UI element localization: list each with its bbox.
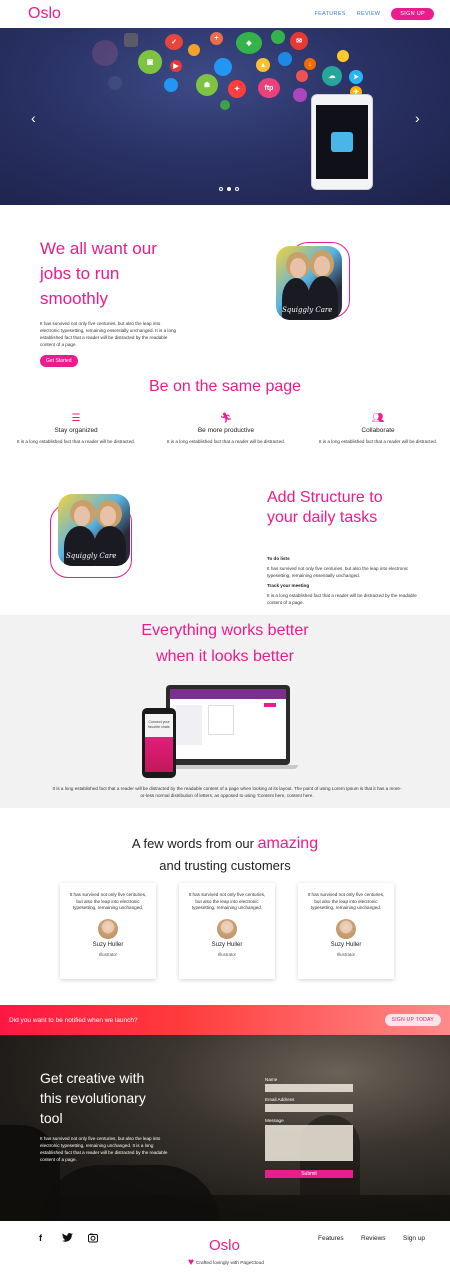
structure-list: To do lists It has survived not only fiv… (267, 556, 417, 606)
creative-section (0, 1035, 450, 1221)
slider-dot[interactable] (235, 187, 239, 191)
testimonials-subtitle: and trusting customers (159, 858, 291, 873)
phone-screen-text: Connect your favorite chats (148, 720, 170, 729)
jobs-text: It has survived not only five centuries,… (40, 321, 177, 347)
youtube-icon: ▶ (170, 60, 182, 72)
photo-signature: Squiggly Care (282, 306, 333, 314)
email-field[interactable] (265, 1104, 353, 1112)
testimonial-card: It has survived not only five centuries,… (179, 883, 275, 979)
creative-text: It has survived not only five centuries,… (40, 1136, 168, 1162)
submit-button[interactable]: Submit (265, 1170, 353, 1178)
message-label: Message (265, 1118, 284, 1123)
doc-icon (278, 52, 292, 66)
nav-links: FEATURES REVIEW SIGN UP (314, 8, 434, 20)
todo-heading: To do lists (267, 556, 290, 561)
message-field[interactable] (265, 1125, 353, 1161)
structure-title: Add Structure to your daily tasks (267, 489, 383, 526)
avatar (98, 918, 118, 939)
app-icon (188, 44, 200, 56)
logo[interactable]: Oslo (28, 5, 61, 23)
chart-icon (220, 100, 230, 110)
slider-dot[interactable] (219, 187, 223, 191)
testimonials-title: A few words from our amazing (131, 835, 319, 852)
notify-banner: Did you want to be notified when we laun… (0, 1005, 450, 1035)
name-field[interactable] (265, 1084, 353, 1092)
drive-icon: ▲ (256, 58, 270, 72)
email-label: Email Address (265, 1097, 295, 1102)
nav-link-review[interactable]: REVIEW (357, 11, 381, 17)
footer-logo[interactable]: Oslo (209, 1237, 240, 1254)
slider-dots (219, 187, 239, 191)
slider-next-button[interactable]: › (415, 110, 420, 126)
twitter-icon[interactable] (62, 1233, 73, 1244)
android-icon: ☗ (196, 74, 218, 96)
testimonial-card: It has survived not only five centuries,… (60, 883, 156, 979)
mobile-mockup: Connect your favorite chats (142, 708, 176, 778)
instagram-icon[interactable] (88, 1233, 98, 1245)
feature-collaborate: 👥︎ Collaborate It is a long established … (319, 413, 437, 444)
heart-icon: ♥ (188, 1257, 194, 1268)
better-title-line1: Everything works better (141, 622, 309, 639)
avatar (336, 918, 356, 939)
signup-today-button[interactable]: SIGN UP TODAY (384, 1014, 441, 1026)
ftp-icon: ftp (258, 78, 280, 98)
testimonial-card: It has survived not only five centuries,… (298, 883, 394, 979)
gallery-icon: ▣ (138, 50, 162, 74)
photo-signature: Squiggly Care (66, 552, 117, 560)
footer-link-features[interactable]: Features (318, 1235, 344, 1242)
mail-icon (164, 78, 178, 92)
settings-icon (293, 88, 307, 102)
pdf-icon: ✦ (228, 80, 246, 98)
people-icon: 👥︎ (371, 413, 385, 424)
better-title-line2: when it looks better (156, 648, 294, 665)
phone-mockup (311, 94, 373, 190)
slider-dot-active[interactable] (227, 187, 231, 191)
jobs-title: We all want our jobs to run smoothly (40, 239, 157, 308)
bokeh (92, 40, 118, 66)
nav-link-features[interactable]: FEATURES (314, 11, 345, 17)
chat-icon (271, 30, 285, 44)
footer-credit: ♥ Crafted lovingly with PageCloud (188, 1257, 264, 1268)
todo-icon: ✓ (165, 34, 183, 50)
top-nav: Oslo FEATURES REVIEW SIGN UP (0, 0, 450, 28)
laptop-mockup (158, 685, 298, 769)
app-icon-badge (124, 33, 138, 47)
shop-icon (214, 58, 232, 76)
notify-text: Did you want to be notified when we laun… (9, 1016, 138, 1024)
cloud-icon: ☁ (322, 66, 342, 86)
feature-stay-organized: ☰ Stay organized It is a long establishe… (17, 413, 135, 444)
slider-prev-button[interactable]: ‹ (31, 110, 36, 126)
runner-icon: 🏃︎ (219, 413, 233, 424)
name-label: Name (265, 1077, 278, 1082)
dropbox-icon: ◆ (236, 32, 262, 54)
meeting-text: It is a long established fact that a rea… (267, 593, 417, 605)
footer-link-signup[interactable]: Sign up (403, 1235, 425, 1242)
feature-productive: 🏃︎ Be more productive It is a long estab… (167, 413, 285, 444)
gmail-icon: ✉ (290, 32, 308, 50)
same-page-title: Be on the same page (148, 378, 302, 395)
bokeh (108, 76, 122, 90)
get-started-button[interactable]: Get Started (40, 355, 78, 367)
wallet-app-icon (331, 132, 353, 152)
avatar (217, 918, 237, 939)
todo-text: It has survived not only five centuries,… (267, 566, 409, 578)
better-text: It is a long established fact that a rea… (52, 786, 402, 798)
hero-slider: ✓ + ◆ ✉ ▣ ▶ ▲ ↓ ☁ ➤ ✈ ☗ ✦ ftp ‹ › (0, 28, 450, 205)
list-icon: ☰ (71, 413, 81, 424)
footer-link-reviews[interactable]: Reviews (361, 1235, 386, 1242)
facebook-icon[interactable]: f (39, 1233, 42, 1243)
download-icon: ↓ (304, 58, 316, 70)
notes-icon (337, 50, 349, 62)
creative-title: Get creative with this revolutionary too… (40, 1070, 146, 1126)
meeting-heading: Track your meeting (267, 583, 310, 588)
photos-icon (296, 70, 308, 82)
signup-button[interactable]: SIGN UP (391, 8, 434, 20)
paperplane-icon: ➤ (349, 70, 363, 84)
plus-icon: + (210, 32, 223, 45)
